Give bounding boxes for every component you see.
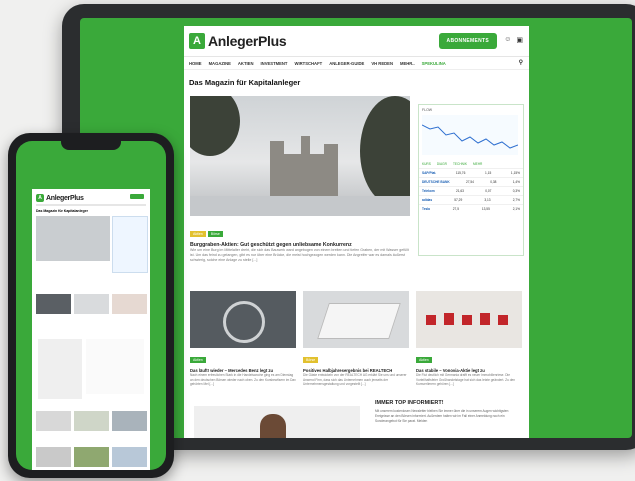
- mobile-card-image[interactable]: [112, 447, 147, 467]
- newsletter-box: IMMER TOP INFORMIERT! Mit unserem kosten…: [375, 400, 515, 424]
- logo-text: AnlegerPlus: [208, 33, 287, 49]
- article-card[interactable]: Aktien Das stabile – Vonovia-Aktie legt …: [416, 291, 522, 387]
- site-header: A AnlegerPlus ABONNEMENTS ☺ ▣: [184, 26, 529, 57]
- card-image-houses[interactable]: [416, 291, 522, 348]
- mobile-card-image[interactable]: [112, 411, 147, 431]
- phone-screen: A AnlegerPlus Das Magazin für Kapitalanl…: [16, 141, 166, 470]
- hero-article[interactable]: Aktien Börse Burggraben-Aktien: Gut gesch…: [190, 222, 410, 263]
- newsletter-text: Mit unserem kostenlosen Newsletter bleib…: [375, 409, 509, 423]
- widget-title: FLOW: [422, 108, 433, 112]
- card-image-laptop[interactable]: [303, 291, 409, 348]
- user-icon[interactable]: ☺: [504, 36, 511, 44]
- mobile-card-image[interactable]: [36, 294, 71, 314]
- article-card[interactable]: Börse Positives Halbjahresergebnis bei R…: [303, 291, 409, 387]
- stock-row[interactable]: DEUTSCHE BANK 27,54 0,38 1,4%: [419, 177, 523, 186]
- page-title: Das Magazin für Kapitalanleger: [189, 78, 301, 87]
- nav-item-spekulina[interactable]: SPEKULINA: [422, 61, 446, 66]
- stock-widget: FLOW KURS DIAGR TECHNIK MEHR SAP/Plat. 11…: [418, 104, 524, 256]
- stock-row[interactable]: adidas 57,29 3,13 2,7%: [419, 195, 523, 204]
- nav-item-anleger-guide[interactable]: ANLEGER-GUIDE: [329, 61, 364, 66]
- article-card[interactable]: Aktien Das läuft! wieder – Mercedes Benz…: [190, 291, 296, 387]
- main-nav: HOME MAGAZINE AKTIEN INVESTMENT WIRTSCHA…: [184, 57, 529, 70]
- mobile-newsletter-box: [86, 339, 144, 394]
- category-tag[interactable]: Aktien: [190, 357, 206, 363]
- mobile-card-image[interactable]: [36, 447, 71, 467]
- subscribe-button[interactable]: ABONNEMENTS: [438, 33, 497, 49]
- stock-row[interactable]: Tesla 27,5 13,55 2,1%: [419, 204, 523, 213]
- logo-mark: A: [189, 33, 205, 49]
- nav-item-mehr[interactable]: MEHR..: [400, 61, 415, 66]
- mobile-card-image[interactable]: [74, 411, 109, 431]
- mobile-subscribe-button[interactable]: [130, 194, 144, 199]
- search-icon[interactable]: ⚲: [519, 59, 523, 66]
- category-tag[interactable]: Börse: [207, 231, 223, 237]
- mobile-logo-mark: A: [36, 194, 44, 202]
- mobile-stock-widget: [112, 216, 148, 273]
- website-page: A AnlegerPlus ABONNEMENTS ☺ ▣ HOME MAGAZ…: [184, 26, 529, 438]
- widget-tab[interactable]: MEHR: [473, 162, 482, 166]
- card-excerpt: Die Gäste entwickeln von der REALTECH AG…: [303, 373, 407, 386]
- category-tag[interactable]: Aktien: [416, 357, 432, 363]
- article-cards: Aktien Das läuft! wieder – Mercedes Benz…: [190, 291, 523, 387]
- mobile-newsletter-image: [38, 339, 82, 399]
- nav-item-home[interactable]: HOME: [189, 61, 202, 66]
- mobile-page-title: Das Magazin für Kapitalanleger: [36, 209, 88, 213]
- card-excerpt: Nach einem erfreulichen Stark in die Han…: [190, 373, 296, 386]
- category-tag[interactable]: Aktien: [190, 231, 206, 237]
- category-tag[interactable]: Börse: [303, 357, 319, 363]
- mobile-page: A AnlegerPlus Das Magazin für Kapitalanl…: [32, 189, 150, 470]
- phone-frame: A AnlegerPlus Das Magazin für Kapitalanl…: [8, 133, 174, 478]
- stock-row[interactable]: Telekom 21,63 0,07 0,3%: [419, 186, 523, 195]
- lock-icon[interactable]: ▣: [516, 36, 523, 44]
- stock-chart: [421, 115, 519, 155]
- site-logo[interactable]: A AnlegerPlus: [189, 33, 287, 49]
- card-excerpt: Die Flut deutlich mit Germania drafft es…: [416, 373, 516, 386]
- stock-row[interactable]: SAP/Plat. 115,76 1,15 1,15%: [419, 168, 523, 177]
- card-image-mercedes[interactable]: [190, 291, 296, 348]
- newsletter-image: [194, 406, 360, 438]
- nav-item-vh-reden[interactable]: VH REDEN: [371, 61, 393, 66]
- hero-excerpt: Wie um eine Burg im Mittelalter dreht, d…: [190, 248, 409, 262]
- mobile-card-image[interactable]: [36, 411, 71, 431]
- mobile-hero-image[interactable]: [36, 216, 110, 261]
- mobile-card-image[interactable]: [74, 294, 109, 314]
- widget-tab[interactable]: DIAGR: [437, 162, 447, 166]
- mobile-nav[interactable]: [36, 204, 146, 206]
- nav-item-investment[interactable]: INVESTMENT: [261, 61, 288, 66]
- newsletter-title: IMMER TOP INFORMIERT!: [375, 400, 444, 406]
- mobile-logo-text: AnlegerPlus: [46, 194, 84, 202]
- nav-item-magazine[interactable]: MAGAZINE: [209, 61, 231, 66]
- phone-notch: [61, 141, 121, 150]
- nav-item-wirtschaft[interactable]: WIRTSCHAFT: [295, 61, 323, 66]
- nav-item-aktien[interactable]: AKTIEN: [238, 61, 254, 66]
- mobile-card-image[interactable]: [112, 294, 147, 314]
- mobile-card-image[interactable]: [74, 447, 109, 467]
- widget-tab[interactable]: KURS: [422, 162, 431, 166]
- widget-tab[interactable]: TECHNIK: [453, 162, 467, 166]
- hero-image-castle[interactable]: [190, 96, 410, 216]
